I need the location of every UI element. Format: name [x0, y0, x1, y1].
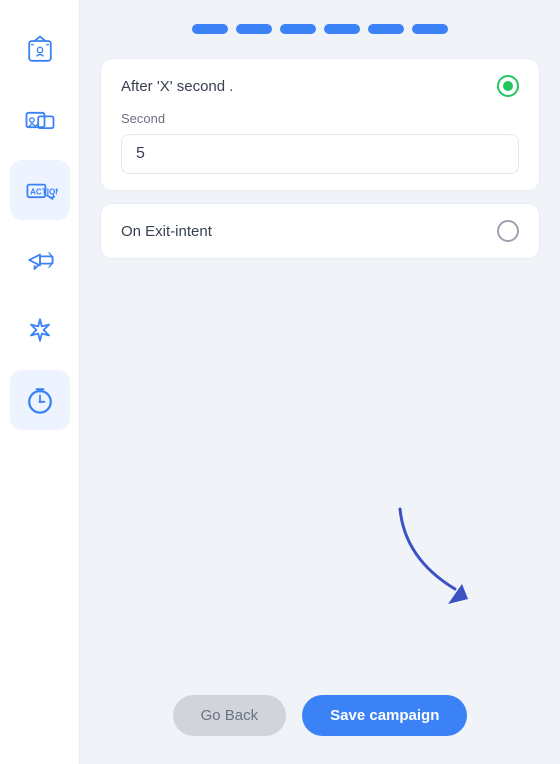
sidebar-item-campaign[interactable]	[10, 230, 70, 290]
sidebar-item-timer[interactable]	[10, 370, 70, 430]
trigger-option-1-radio[interactable]	[497, 75, 519, 97]
second-field-section: Second	[121, 111, 519, 174]
go-back-button[interactable]: Go Back	[173, 695, 287, 736]
save-campaign-button[interactable]: Save campaign	[302, 695, 467, 736]
arrow-area	[100, 271, 540, 679]
main-content: After 'X' second . Second On Exit-intent…	[80, 0, 560, 764]
progress-dot-5	[368, 24, 404, 34]
trigger-option-2-card: On Exit-intent	[100, 203, 540, 259]
progress-dots	[100, 24, 540, 34]
trigger-option-1-radio-inner	[503, 81, 513, 91]
second-field-input[interactable]	[121, 134, 519, 174]
annotation-arrow	[390, 499, 480, 609]
trigger-option-2-title: On Exit-intent	[121, 223, 212, 240]
progress-dot-4	[324, 24, 360, 34]
sidebar-item-brand[interactable]	[10, 20, 70, 80]
second-field-label: Second	[121, 111, 519, 126]
sidebar-item-effects[interactable]	[10, 300, 70, 360]
progress-dot-2	[236, 24, 272, 34]
progress-dot-1	[192, 24, 228, 34]
trigger-option-2-radio[interactable]	[497, 220, 519, 242]
trigger-option-2-header: On Exit-intent	[121, 220, 519, 242]
progress-dot-3	[280, 24, 316, 34]
sidebar-item-media[interactable]	[10, 90, 70, 150]
trigger-option-1-title: After 'X' second .	[121, 78, 233, 95]
trigger-option-1-header: After 'X' second .	[121, 75, 519, 97]
sidebar-item-action[interactable]: ACTION	[10, 160, 70, 220]
trigger-option-1-card: After 'X' second . Second	[100, 58, 540, 191]
footer-actions: Go Back Save campaign	[100, 679, 540, 744]
progress-dot-6	[412, 24, 448, 34]
sidebar: ACTION	[0, 0, 80, 764]
